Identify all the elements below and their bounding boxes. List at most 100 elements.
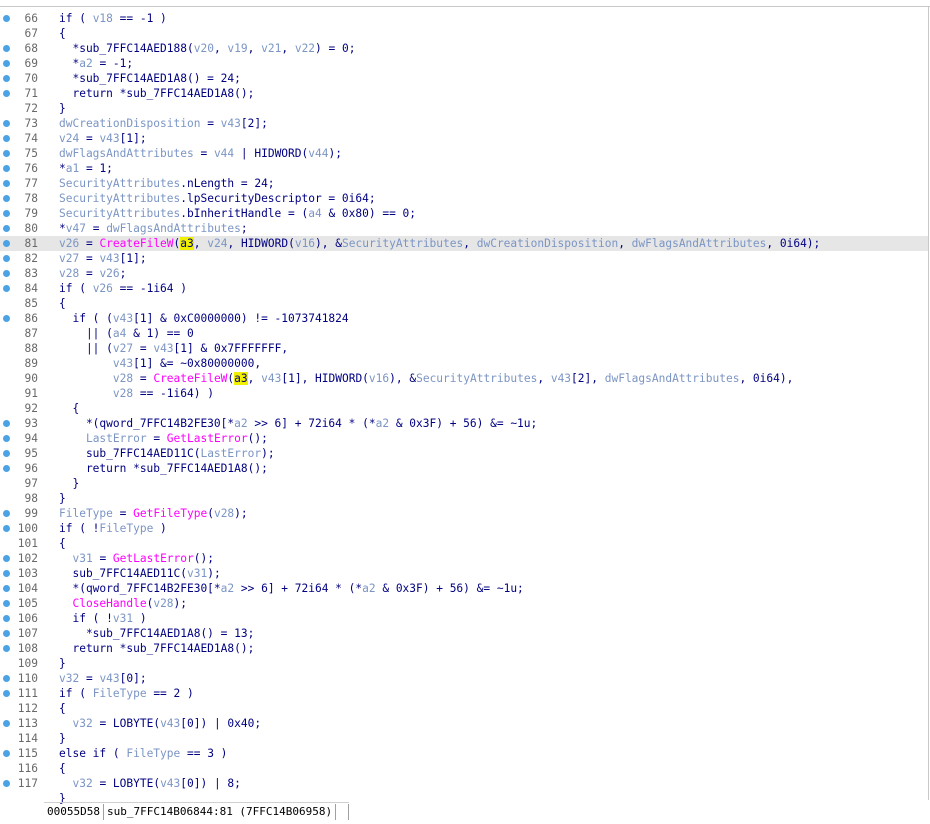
function-call[interactable]: CloseHandle — [72, 597, 146, 610]
variable[interactable]: FileType — [59, 507, 113, 520]
code-line[interactable]: 93 *(qword_7FFC14B2FE30[*a2 >> 6] + 72i6… — [0, 416, 928, 431]
code-line[interactable]: 95 sub_7FFC14AED11C(LastError); — [0, 446, 928, 461]
code-line[interactable]: 88 || (v27 = v43[1] & 0x7FFFFFFF, — [0, 341, 928, 356]
breakpoint-dot-icon[interactable] — [3, 164, 10, 172]
variable[interactable]: a2 — [376, 417, 389, 430]
code-line[interactable]: 91 v28 == -1i64) ) — [0, 386, 928, 401]
breakpoint-dot-icon[interactable] — [3, 434, 10, 442]
variable[interactable]: v26 — [93, 282, 113, 295]
breakpoint-dot-icon[interactable] — [3, 749, 10, 757]
code-line[interactable]: 74 v24 = v43[1]; — [0, 131, 928, 146]
code-line[interactable]: 70 *sub_7FFC14AED1A8() = 24; — [0, 71, 928, 86]
function-call[interactable]: GetLastError — [113, 552, 194, 565]
code-line[interactable]: 89 v43[1] &= ~0x80000000, — [0, 356, 928, 371]
variable[interactable]: v43 — [99, 252, 119, 265]
code-line[interactable]: 71 return *sub_7FFC14AED1A8(); — [0, 86, 928, 101]
code-line[interactable]: 101 { — [0, 536, 928, 551]
variable[interactable]: v19 — [227, 42, 247, 55]
pseudocode-view[interactable]: 66 if ( v18 == -1 ) 67 {68 *sub_7FFC14AED18… — [0, 11, 928, 806]
variable[interactable]: v43 — [113, 312, 133, 325]
breakpoint-dot-icon[interactable] — [3, 509, 10, 517]
variable[interactable]: v24 — [207, 237, 227, 250]
variable[interactable]: v43 — [160, 777, 180, 790]
breakpoint-dot-icon[interactable] — [3, 134, 10, 142]
code-line[interactable]: 114} — [0, 731, 928, 746]
code-line[interactable]: 104 *(qword_7FFC14B2FE30[*a2 >> 6] + 72i… — [0, 581, 928, 596]
code-line[interactable]: 81 v26 = CreateFileW(a3, v24, HIDWORD(v16… — [0, 236, 928, 251]
variable[interactable]: v44 — [308, 147, 328, 160]
variable[interactable]: v16 — [369, 372, 389, 385]
code-line[interactable]: 113 v32 = LOBYTE(v43[0]) | 0x40; — [0, 716, 928, 731]
breakpoint-dot-icon[interactable] — [3, 719, 10, 727]
variable[interactable]: v27 — [113, 342, 133, 355]
code-line[interactable]: 78 SecurityAttributes.lpSecurityDescripto… — [0, 191, 928, 206]
variable[interactable]: SecurityAttributes — [342, 237, 463, 250]
code-line[interactable]: 115 else if ( FileType == 3 ) — [0, 746, 928, 761]
code-line[interactable]: 96 return *sub_7FFC14AED1A8(); — [0, 461, 928, 476]
code-line[interactable]: 105 CloseHandle(v28); — [0, 596, 928, 611]
breakpoint-dot-icon[interactable] — [3, 689, 10, 697]
code-line[interactable]: 100 if ( !FileType ) — [0, 521, 928, 536]
variable[interactable]: SecurityAttributes — [59, 177, 180, 190]
breakpoint-dot-icon[interactable] — [3, 224, 10, 232]
variable[interactable]: v43 — [99, 132, 119, 145]
code-line[interactable]: 103 sub_7FFC14AED11C(v31); — [0, 566, 928, 581]
variable[interactable]: a4 — [308, 207, 321, 220]
variable[interactable]: v22 — [295, 42, 315, 55]
variable[interactable]: a2 — [362, 582, 375, 595]
breakpoint-dot-icon[interactable] — [3, 629, 10, 637]
breakpoint-dot-icon[interactable] — [3, 449, 10, 457]
code-line[interactable]: 117 v32 = LOBYTE(v43[0]) | 8; — [0, 776, 928, 791]
variable[interactable]: a2 — [221, 582, 234, 595]
breakpoint-dot-icon[interactable] — [3, 524, 10, 532]
breakpoint-dot-icon[interactable] — [3, 239, 10, 247]
variable[interactable]: dwCreationDisposition — [59, 117, 200, 130]
variable[interactable]: v31 — [187, 567, 207, 580]
breakpoint-dot-icon[interactable] — [3, 179, 10, 187]
variable[interactable]: v43 — [99, 672, 119, 685]
variable[interactable]: SecurityAttributes — [416, 372, 537, 385]
code-line[interactable]: 69 *a2 = -1; — [0, 56, 928, 71]
breakpoint-dot-icon[interactable] — [3, 44, 10, 52]
breakpoint-dot-icon[interactable] — [3, 599, 10, 607]
variable[interactable]: LastError — [86, 432, 147, 445]
code-line[interactable]: 98} — [0, 491, 928, 506]
function-call[interactable]: GetFileType — [133, 507, 207, 520]
breakpoint-dot-icon[interactable] — [3, 59, 10, 67]
variable[interactable]: v32 — [59, 672, 79, 685]
variable[interactable]: FileType — [93, 687, 147, 700]
variable[interactable]: v43 — [113, 357, 133, 370]
variable[interactable]: v28 — [113, 372, 133, 385]
code-line[interactable]: 82 v27 = v43[1]; — [0, 251, 928, 266]
code-line[interactable]: 77 SecurityAttributes.nLength = 24; — [0, 176, 928, 191]
variable[interactable]: v43 — [261, 372, 281, 385]
variable[interactable]: dwFlagsAndAttributes — [59, 147, 194, 160]
code-line[interactable]: 75 dwFlagsAndAttributes = v44 | HIDWORD(v… — [0, 146, 928, 161]
variable[interactable]: v31 — [72, 552, 92, 565]
function-call[interactable]: CreateFileW — [153, 372, 227, 385]
highlighted-token[interactable]: a3 — [180, 237, 194, 250]
function-call[interactable]: CreateFileW — [99, 237, 173, 250]
code-line[interactable]: 107 *sub_7FFC14AED1A8() = 13; — [0, 626, 928, 641]
variable[interactable]: FileType — [99, 522, 153, 535]
breakpoint-dot-icon[interactable] — [3, 149, 10, 157]
code-line[interactable]: 67 { — [0, 26, 928, 41]
function-call[interactable]: GetLastError — [167, 432, 248, 445]
variable[interactable]: v21 — [261, 42, 281, 55]
breakpoint-dot-icon[interactable] — [3, 194, 10, 202]
variable[interactable]: a1 — [66, 162, 79, 175]
breakpoint-dot-icon[interactable] — [3, 254, 10, 262]
variable[interactable]: v44 — [214, 147, 234, 160]
code-line[interactable]: 79 SecurityAttributes.bInheritHandle = (a… — [0, 206, 928, 221]
code-line[interactable]: 84 if ( v26 == -1i64 ) — [0, 281, 928, 296]
code-line[interactable]: 99 FileType = GetFileType(v28); — [0, 506, 928, 521]
breakpoint-dot-icon[interactable] — [3, 209, 10, 217]
code-line[interactable]: 73 dwCreationDisposition = v43[2]; — [0, 116, 928, 131]
breakpoint-dot-icon[interactable] — [3, 419, 10, 427]
breakpoint-dot-icon[interactable] — [3, 614, 10, 622]
breakpoint-dot-icon[interactable] — [3, 89, 10, 97]
breakpoint-dot-icon[interactable] — [3, 464, 10, 472]
breakpoint-dot-icon[interactable] — [3, 569, 10, 577]
variable[interactable]: dwFlagsAndAttributes — [632, 237, 767, 250]
variable[interactable]: SecurityAttributes — [59, 192, 180, 205]
